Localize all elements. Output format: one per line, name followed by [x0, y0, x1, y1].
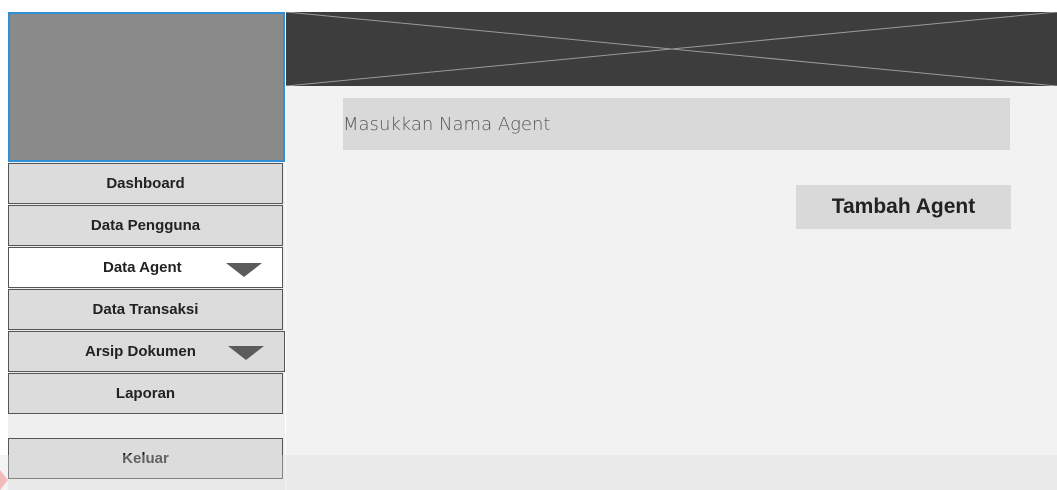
- logo-placeholder: [8, 12, 285, 162]
- app-canvas: Tambah Agent Dashboard Data Pengguna Dat…: [0, 0, 1057, 490]
- corner-decoration: [0, 470, 8, 490]
- sidebar-item-label: Laporan: [115, 385, 176, 402]
- chevron-down-icon[interactable]: [226, 263, 262, 277]
- agent-name-input[interactable]: [343, 98, 1010, 150]
- bottom-shade: [0, 455, 1057, 490]
- add-agent-button[interactable]: Tambah Agent: [796, 185, 1011, 229]
- sidebar-item-data-agent[interactable]: Data Agent: [8, 247, 283, 288]
- sidebar-item-dashboard[interactable]: Dashboard: [8, 163, 283, 204]
- sidebar-item-label: Data Transaksi: [92, 301, 199, 318]
- sidebar-item-label: Dashboard: [106, 175, 185, 192]
- sidebar-item-data-pengguna[interactable]: Data Pengguna: [8, 205, 283, 246]
- sidebar-item-data-transaksi[interactable]: Data Transaksi: [8, 289, 283, 330]
- sidebar-item-label: Data Pengguna: [90, 217, 201, 234]
- main-content: Tambah Agent: [286, 86, 1057, 490]
- header-banner: [286, 12, 1057, 86]
- image-placeholder-icon: [286, 12, 1057, 86]
- sidebar-item-arsip-dokumen[interactable]: Arsip Dokumen: [8, 331, 285, 372]
- chevron-down-icon[interactable]: [228, 346, 264, 360]
- sidebar-item-laporan[interactable]: Laporan: [8, 373, 283, 414]
- sidebar: Dashboard Data Pengguna Data Agent Data …: [8, 162, 285, 490]
